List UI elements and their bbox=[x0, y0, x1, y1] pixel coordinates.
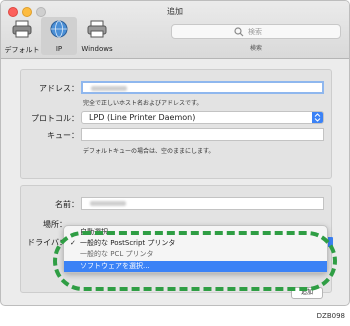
search-caption: 検索 bbox=[249, 45, 262, 52]
protocol-label: プロトコル： bbox=[31, 114, 79, 123]
search-placeholder: 検索 bbox=[248, 28, 262, 36]
address-input[interactable] bbox=[81, 81, 324, 94]
window-title: 追加 bbox=[167, 7, 183, 16]
toolbar-ip-button[interactable]: IP bbox=[41, 17, 77, 55]
location-label: 場所： bbox=[43, 220, 67, 229]
highlight-oval bbox=[53, 231, 337, 291]
select-arrows-icon bbox=[312, 112, 323, 123]
globe-icon bbox=[50, 20, 68, 38]
figure-id: DZB098 bbox=[316, 312, 345, 320]
printer-default-icon bbox=[12, 20, 32, 38]
name-input[interactable] bbox=[81, 197, 324, 210]
redacted-address bbox=[91, 86, 127, 91]
titlebar: 追加 デフォルト IP Windows 検索 検索 bbox=[1, 1, 349, 59]
queue-hint: デフォルトキューの場合は、空のままにします。 bbox=[83, 148, 215, 155]
add-printer-window: 追加 デフォルト IP Windows 検索 検索 アドレス： 完全で正しいホス… bbox=[0, 0, 350, 306]
queue-label: キュー： bbox=[47, 131, 79, 140]
protocol-select[interactable]: LPD (Line Printer Daemon) bbox=[81, 111, 324, 124]
name-label: 名前： bbox=[55, 200, 79, 209]
toolbar-windows-button[interactable]: Windows bbox=[79, 17, 115, 55]
toolbar-windows-label: Windows bbox=[81, 45, 113, 53]
search-icon bbox=[234, 27, 244, 37]
protocol-value: LPD (Line Printer Daemon) bbox=[89, 113, 196, 122]
queue-input[interactable] bbox=[81, 128, 324, 141]
search-field[interactable]: 検索 bbox=[171, 24, 341, 39]
address-label: アドレス： bbox=[39, 84, 79, 93]
address-hint: 完全で正しいホスト名およびアドレスです。 bbox=[83, 100, 203, 107]
windows-printer-icon bbox=[87, 20, 107, 38]
redacted-name bbox=[90, 201, 126, 206]
